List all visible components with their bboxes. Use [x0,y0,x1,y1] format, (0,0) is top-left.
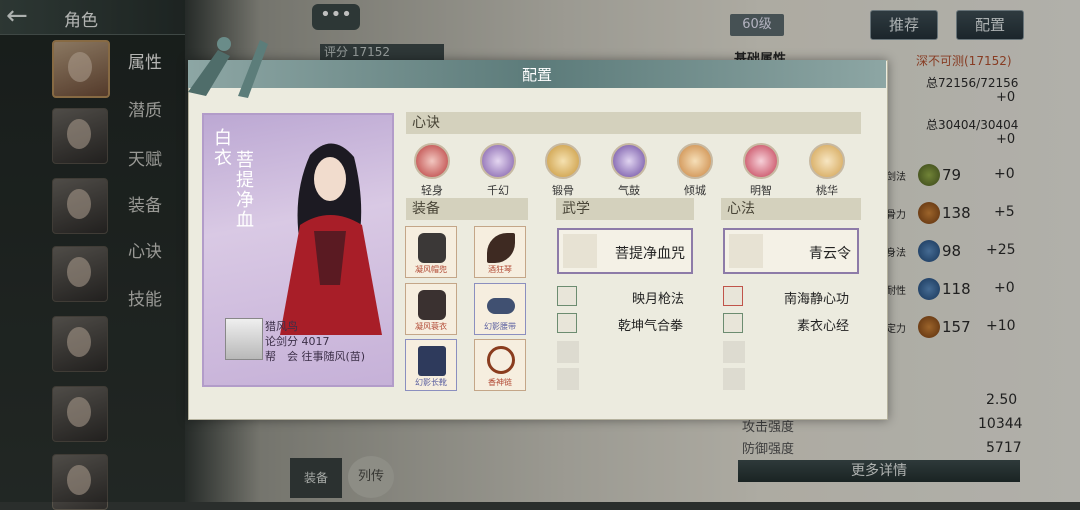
robe-icon [418,290,446,320]
empty-skill-slot[interactable] [723,341,745,363]
fist-skill-icon[interactable] [557,313,577,333]
xinfa-main-skill[interactable]: 青云令 [723,228,859,274]
equip-header: 装备 [406,198,528,220]
martial-pose-icon [563,234,597,268]
equip-label: 香神链 [488,378,512,387]
xinjue-label: 气鼓 [618,184,640,197]
wuxue-sub-name[interactable]: 映月枪法 [632,288,684,307]
empty-skill-slot[interactable] [723,368,745,390]
xinjue-header: 心诀 [406,112,861,134]
empty-skill-slot[interactable] [557,341,579,363]
wuxue-main-name: 菩提净血咒 [615,246,685,262]
wuxue-header: 武学 [556,198,694,220]
xinfa-main-name: 青云令 [809,246,851,262]
modal-title: 配置 [521,66,552,84]
zither-icon [487,233,515,263]
equip-label: 幻影长靴 [415,378,447,387]
meditation-icon [729,234,763,268]
equip-label: 凝风帽兜 [415,265,447,274]
xinjue-label: 桃华 [816,184,838,197]
xinjue-slot-icon[interactable] [480,143,516,179]
xinjue-label: 千幻 [487,184,509,197]
xinjue-label: 明智 [750,184,772,197]
necklace-icon [487,346,515,374]
spear-skill-icon[interactable] [557,286,577,306]
xinfa-header: 心法 [721,198,861,220]
sword-score: 论剑分 4017 [265,335,330,348]
equip-slot[interactable]: 凝风蓑衣 [405,283,457,335]
wuxue-main-skill[interactable]: 菩提净血咒 [557,228,693,274]
inner-art-icon[interactable] [723,313,743,333]
xinjue-label: 轻身 [421,184,443,197]
xinfa-sub-name[interactable]: 南海静心功 [784,288,849,307]
xinfa-sub-name[interactable]: 素衣心经 [797,315,849,334]
sword-ornament-icon [188,37,268,98]
empty-skill-slot[interactable] [557,368,579,390]
hood-icon [418,233,446,263]
xinjue-slot-icon[interactable] [809,143,845,179]
equip-slot[interactable]: 幻影腰带 [474,283,526,335]
equip-slot[interactable]: 酒狂琴 [474,226,526,278]
xinjue-label: 锻骨 [552,184,574,197]
xinjue-slot-icon[interactable] [611,143,647,179]
player-name: 猎风鸟 [265,320,298,333]
xinjue-slot-icon[interactable] [743,143,779,179]
character-figure [280,143,382,335]
equip-label: 酒狂琴 [488,265,512,274]
inner-art-icon[interactable] [723,286,743,306]
belt-icon [487,298,515,314]
equip-slot[interactable]: 凝风帽兜 [405,226,457,278]
equip-label: 幻影腰带 [484,322,516,331]
xinjue-slot-icon[interactable] [414,143,450,179]
xinjue-slot-icon[interactable] [677,143,713,179]
player-avatar [225,318,263,360]
boots-icon [418,346,446,376]
equip-slot[interactable]: 香神链 [474,339,526,391]
equip-label: 凝风蓑衣 [415,322,447,331]
character-name: 菩提净血 [233,150,254,230]
xinjue-slot-icon[interactable] [545,143,581,179]
xinjue-label: 倾城 [684,184,706,197]
equip-slot[interactable]: 幻影长靴 [405,339,457,391]
wuxue-sub-name[interactable]: 乾坤气合拳 [618,315,683,334]
guild-info: 帮 会 往事随风(苗) [265,350,366,363]
